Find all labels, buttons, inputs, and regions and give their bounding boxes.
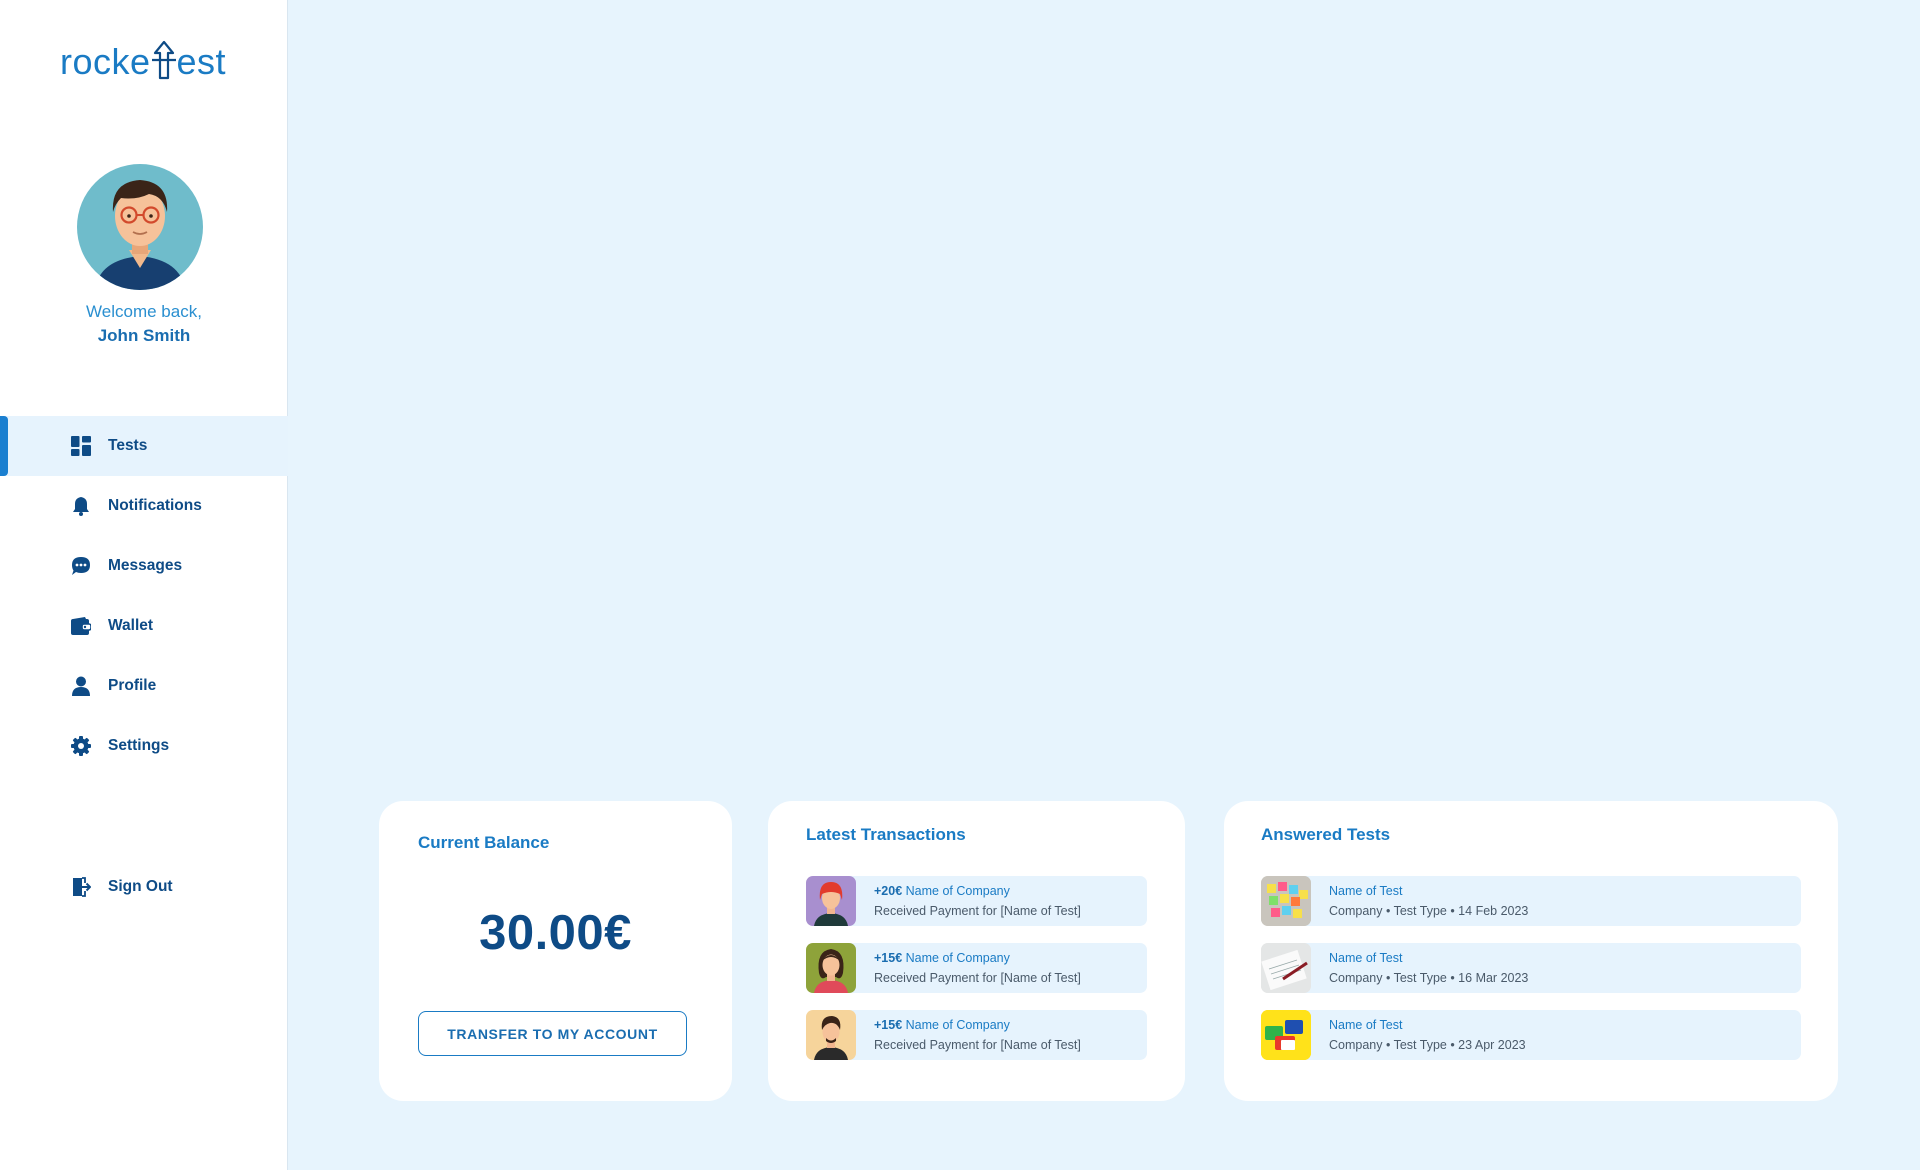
transaction-amount: +15€	[874, 951, 903, 965]
transaction-avatar	[806, 943, 856, 993]
user-name: John Smith	[97, 326, 191, 345]
test-text: Name of Test Company • Test Type • 14 Fe…	[1329, 881, 1528, 921]
transaction-text: +15€ Name of Company Received Payment fo…	[874, 1015, 1081, 1055]
sidebar-item-label: Wallet	[108, 617, 154, 634]
test-row[interactable]: Name of Test Company • Test Type • 23 Ap…	[1261, 1010, 1801, 1060]
test-meta: Company • Test Type • 14 Feb 2023	[1329, 904, 1529, 918]
latest-transactions-card: Latest Transactions +20€ Name of Company…	[768, 801, 1185, 1101]
transaction-row[interactable]: +15€ Name of Company Received Payment fo…	[806, 943, 1147, 993]
sidebar-nav: Tests Notifications Messages Wallet Prof…	[0, 416, 288, 776]
app-logo[interactable]: rocke est	[60, 40, 226, 83]
transaction-amount: +20€	[874, 884, 903, 898]
sidebar-item-messages[interactable]: Messages	[0, 536, 288, 596]
transaction-company: Name of Company	[905, 951, 1010, 965]
sidebar-item-settings[interactable]: Settings	[0, 716, 288, 776]
test-meta: Company • Test Type • 23 Apr 2023	[1329, 1038, 1526, 1052]
transaction-avatar	[806, 1010, 856, 1060]
sidebar-item-notifications[interactable]: Notifications	[0, 476, 288, 536]
test-text: Name of Test Company • Test Type • 23 Ap…	[1329, 1015, 1526, 1055]
sidebar-item-label: Profile	[108, 677, 157, 694]
logo-text-left: rocke	[60, 41, 151, 82]
sidebar-item-label: Tests	[108, 437, 148, 454]
welcome-text: Welcome back,	[86, 302, 202, 321]
sign-out-icon	[70, 876, 92, 898]
sidebar-item-label: Messages	[108, 557, 183, 574]
balance-amount: 30.00€	[479, 906, 632, 960]
sign-out-label: Sign Out	[108, 878, 173, 895]
transaction-avatar	[806, 876, 856, 926]
wallet-icon	[70, 615, 92, 637]
user-avatar[interactable]	[77, 164, 203, 290]
card-title: Latest Transactions	[806, 825, 966, 844]
speech-bubbles-image	[1261, 1010, 1311, 1060]
sticky-notes-image	[1261, 876, 1311, 926]
transaction-company: Name of Company	[905, 884, 1010, 898]
transaction-description: Received Payment for [Name of Test]	[874, 904, 1081, 918]
dashboard-icon	[70, 435, 92, 457]
sidebar-item-label: Notifications	[108, 497, 202, 514]
card-title: Answered Tests	[1261, 825, 1391, 844]
transaction-description: Received Payment for [Name of Test]	[874, 971, 1081, 985]
transaction-amount: +15€	[874, 1018, 903, 1032]
paper-pen-image	[1261, 943, 1311, 993]
transaction-text: +15€ Name of Company Received Payment fo…	[874, 948, 1081, 988]
test-name: Name of Test	[1329, 951, 1403, 965]
transaction-row[interactable]: +15€ Name of Company Received Payment fo…	[806, 1010, 1147, 1060]
card-title: Current Balance	[418, 833, 550, 852]
transaction-text: +20€ Name of Company Received Payment fo…	[874, 881, 1081, 921]
transaction-description: Received Payment for [Name of Test]	[874, 1038, 1081, 1052]
transaction-company: Name of Company	[905, 1018, 1010, 1032]
transaction-row[interactable]: +20€ Name of Company Received Payment fo…	[806, 876, 1147, 926]
bell-icon	[70, 495, 92, 517]
sidebar-item-label: Settings	[108, 737, 170, 754]
test-name: Name of Test	[1329, 1018, 1403, 1032]
test-name: Name of Test	[1329, 884, 1403, 898]
sidebar-item-profile[interactable]: Profile	[0, 656, 288, 716]
test-text: Name of Test Company • Test Type • 16 Ma…	[1329, 948, 1528, 988]
test-row[interactable]: Name of Test Company • Test Type • 16 Ma…	[1261, 943, 1801, 993]
person-icon	[70, 675, 92, 697]
arrow-t-icon	[151, 40, 177, 83]
gear-icon	[70, 735, 92, 757]
chat-icon	[70, 555, 92, 577]
transfer-button[interactable]: TRANSFER TO MY ACCOUNT	[418, 1011, 687, 1056]
test-row[interactable]: Name of Test Company • Test Type • 14 Fe…	[1261, 876, 1801, 926]
sign-out-button[interactable]: Sign Out	[0, 857, 288, 917]
sidebar-item-wallet[interactable]: Wallet	[0, 596, 288, 656]
test-meta: Company • Test Type • 16 Mar 2023	[1329, 971, 1529, 985]
current-balance-card: Current Balance 30.00€ TRANSFER TO MY AC…	[379, 801, 732, 1101]
sidebar: rocke est Welcome back, John Smith Tests	[0, 0, 288, 1170]
sidebar-item-tests[interactable]: Tests	[0, 416, 288, 476]
answered-tests-card: Answered Tests Name of Test Company • Te…	[1224, 801, 1838, 1101]
logo-text-right: est	[176, 41, 227, 82]
